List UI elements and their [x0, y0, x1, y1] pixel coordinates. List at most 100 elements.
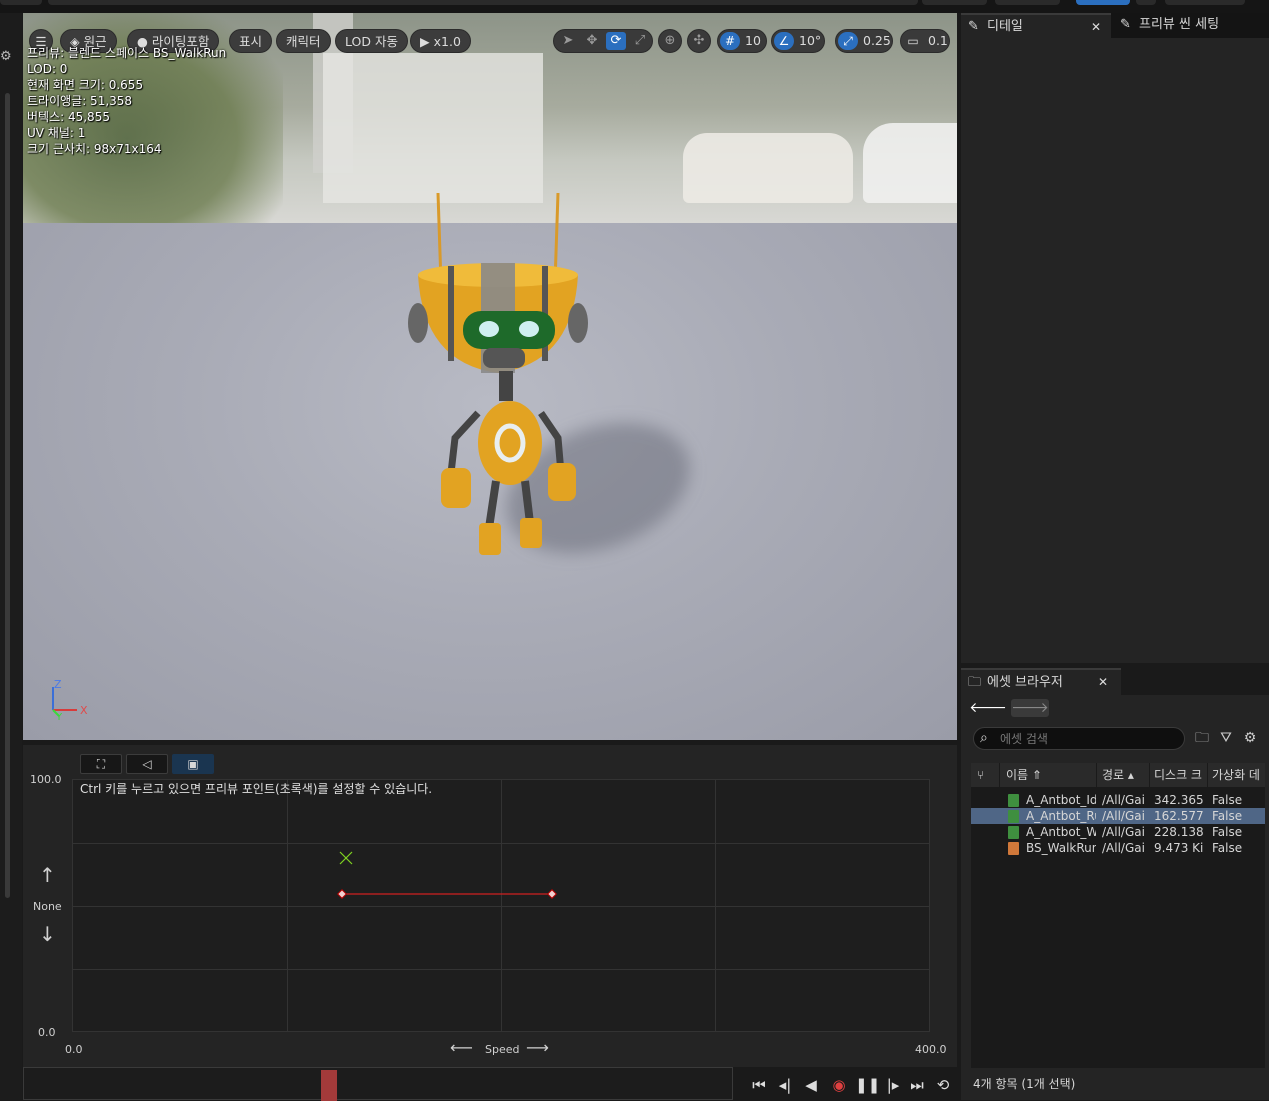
preview-viewport[interactable]: ☰ ◈ 원근 ● 라이팅포함 표시 캐릭터 LOD 자동 ▶ x1.0 ➤ ✥ ⟳ ⤢…: [23, 13, 957, 740]
lod-button[interactable]: LOD 자동: [335, 29, 408, 53]
tab-asset-browser[interactable]: 🗀 에셋 브라우저 ✕: [961, 668, 1121, 695]
y-axis-name: None: [33, 900, 62, 913]
toggle-labels-button[interactable]: ◁: [126, 754, 168, 774]
stat-uv-channels: UV 채널: 1: [27, 126, 86, 140]
world-local-toggle[interactable]: ⊕: [658, 29, 682, 53]
toggle-triangulation-button[interactable]: ▣: [172, 754, 214, 774]
transform-tool-group: ➤ ✥ ⟳ ⤢: [553, 29, 653, 53]
axis-gizmo: Z Y X: [52, 678, 88, 723]
settings-gear-icon[interactable]: ⚙: [1241, 729, 1259, 747]
label-icon: ◁: [142, 757, 152, 771]
forward-arrow-icon[interactable]: 🡒: [1011, 699, 1049, 717]
column-name[interactable]: 이름 ⇑: [1006, 763, 1086, 787]
filter-icon[interactable]: ⛛: [1217, 729, 1235, 747]
translate-tool-icon[interactable]: ✥: [582, 32, 602, 50]
rotation-snap-control[interactable]: ∠ 10°: [771, 29, 825, 53]
scale-snap-control[interactable]: ⤢ 0.25: [835, 29, 893, 53]
robot-character[interactable]: [393, 183, 593, 563]
anim-sequence-icon: [1008, 810, 1019, 823]
x-axis-max: 400.0: [915, 1043, 947, 1056]
background-car: [683, 133, 853, 203]
asset-search-input[interactable]: [1000, 730, 1180, 747]
asset-table-header: ⑂ 이름 ⇑ 경로 ▴ 디스크 크 가상화 데: [971, 763, 1265, 787]
column-virtualized[interactable]: 가상화 데: [1212, 763, 1265, 787]
source-control-icon[interactable]: ⑂: [977, 763, 997, 787]
background-car: [863, 123, 957, 203]
blend-space-icon: [1008, 842, 1019, 855]
step-forward-icon[interactable]: |▸: [881, 1074, 905, 1096]
tab-preview-scene-settings[interactable]: ✎ 프리뷰 씬 세팅: [1113, 13, 1263, 38]
camera-speed-control[interactable]: ▭ 0.1: [900, 29, 950, 53]
top-strip-segment: [1165, 0, 1245, 5]
asset-search-box[interactable]: ⌕: [973, 727, 1185, 750]
anim-sequence-icon: [1008, 826, 1019, 839]
stat-screen-size: 현재 화면 크기: 0.655: [27, 78, 144, 92]
tab-details[interactable]: ✎ 디테일 ✕: [961, 13, 1111, 38]
play-reverse-icon[interactable]: ◀: [799, 1074, 823, 1096]
x-axis-min: 0.0: [65, 1043, 83, 1056]
arrow-left-icon: ⟵: [450, 1038, 473, 1057]
grid-icon: #: [720, 32, 740, 50]
loop-icon[interactable]: ⟲: [931, 1074, 955, 1096]
show-button[interactable]: 표시: [229, 29, 273, 53]
transport-controls: ⏮ ◂| ◀ ◉ ❚❚ |▸ ⏭ ⟲: [745, 1070, 960, 1100]
surface-snap-toggle[interactable]: ✣: [687, 29, 711, 53]
axis-z-label: Z: [54, 678, 62, 691]
sample-point: [547, 889, 557, 899]
asset-browser-tabbar: 🗀 에셋 브라우저 ✕: [961, 668, 1269, 695]
asset-row[interactable]: A_Antbot_Idl /All/Gai 342.365 False: [971, 792, 1265, 808]
play-icon: ▶: [420, 34, 430, 49]
column-disk-size[interactable]: 디스크 크: [1154, 763, 1208, 787]
pencil-icon: ✎: [968, 19, 979, 34]
stat-lod: LOD: 0: [27, 62, 68, 76]
timeline-scrubber[interactable]: [23, 1067, 733, 1101]
asset-row[interactable]: A_Antbot_Wa /All/Gai 228.138 False: [971, 824, 1265, 840]
select-tool-icon[interactable]: ➤: [558, 32, 578, 50]
fit-grid-button[interactable]: ⛶: [80, 754, 122, 774]
preview-point: [339, 851, 353, 865]
grid-snap-control[interactable]: # 10: [717, 29, 767, 53]
top-strip-segment: [995, 0, 1060, 5]
pause-icon[interactable]: ❚❚: [855, 1074, 880, 1096]
stat-preview: 프리뷰: 블렌드 스페이스 BS_WalkRun: [27, 46, 227, 60]
arrow-up-icon: ↑: [39, 863, 56, 887]
playback-speed-button[interactable]: ▶ x1.0: [410, 29, 471, 53]
asset-count-footer: 4개 항목 (1개 선택): [973, 1077, 1076, 1091]
skip-to-end-icon[interactable]: ⏭: [905, 1074, 929, 1096]
step-back-icon[interactable]: ◂|: [773, 1074, 797, 1096]
left-scrollbar[interactable]: [5, 93, 10, 898]
world-space-icon: ⊕: [664, 33, 676, 48]
scale-snap-icon: ⤢: [838, 32, 858, 50]
asset-table: ⑂ 이름 ⇑ 경로 ▴ 디스크 크 가상화 데 A_Antbot_Idl /Al…: [971, 763, 1265, 1068]
y-axis-max: 100.0: [30, 773, 62, 786]
right-panels: ✎ 디테일 ✕ ✎ 프리뷰 씬 세팅 🗀 에셋 브라우저 ✕ 🡐 🡒 ⌕ 🗀 ⛛…: [961, 13, 1269, 1100]
top-strip-segment: [922, 0, 987, 5]
blend-space-samples[interactable]: [73, 780, 929, 1031]
x-axis-name: Speed: [485, 1043, 520, 1056]
top-strip-active-segment: [1076, 0, 1130, 5]
close-icon[interactable]: ✕: [1091, 15, 1101, 39]
surface-snap-icon: ✣: [693, 33, 705, 48]
column-path[interactable]: 경로 ▴: [1102, 763, 1150, 787]
character-button[interactable]: 캐릭터: [276, 29, 331, 53]
asset-row[interactable]: A_Antbot_Ru /All/Gai 162.577 False: [971, 808, 1265, 824]
gear-icon[interactable]: ⚙: [0, 50, 12, 63]
axis-y-label: Y: [55, 712, 63, 723]
asset-row[interactable]: BS_WalkRun /All/Gai 9.473 KiE False: [971, 840, 1265, 856]
rotate-tool-icon[interactable]: ⟳: [606, 32, 626, 50]
close-icon[interactable]: ✕: [1098, 670, 1108, 695]
top-strip-segment: [0, 0, 42, 5]
folder-icon[interactable]: 🗀: [1193, 729, 1211, 747]
viewport-stats: 프리뷰: 블렌드 스페이스 BS_WalkRun LOD: 0 현재 화면 크기…: [27, 45, 226, 157]
y-axis-min: 0.0: [38, 1026, 56, 1039]
scale-tool-icon[interactable]: ⤢: [630, 32, 650, 50]
skip-to-start-icon[interactable]: ⏮: [747, 1074, 771, 1096]
stat-triangles: 트라이앵글: 51,358: [27, 94, 133, 108]
blend-space-grid[interactable]: [72, 779, 930, 1032]
playhead-marker[interactable]: [321, 1070, 337, 1101]
record-icon[interactable]: ◉: [827, 1074, 851, 1096]
back-arrow-icon[interactable]: 🡐: [969, 699, 1007, 717]
details-tabbar: ✎ 디테일 ✕ ✎ 프리뷰 씬 세팅: [961, 13, 1269, 38]
stat-vertices: 버텍스: 45,855: [27, 110, 110, 124]
fit-grid-icon: ⛶: [96, 757, 106, 771]
